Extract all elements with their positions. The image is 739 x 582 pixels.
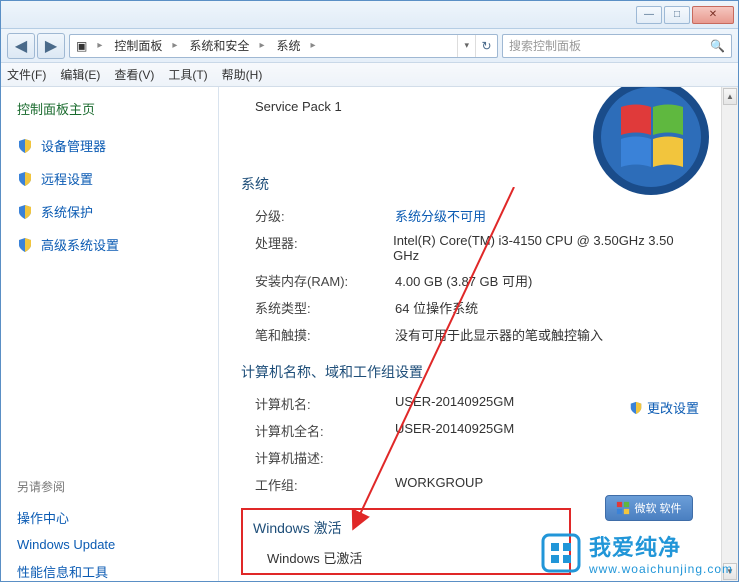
sidebar-link-action-center[interactable]: 操作中心	[11, 505, 208, 530]
prop-label: 计算机描述:	[255, 448, 395, 467]
prop-label: 工作组:	[255, 475, 395, 494]
breadcrumb-seg-system-security[interactable]: 系统和安全	[183, 37, 270, 54]
row-computer-name: 计算机名: USER-20140925GM	[241, 394, 629, 413]
prop-value: Intel(R) Core(TM) i3-4150 CPU @ 3.50GHz …	[393, 233, 699, 263]
prop-label: 处理器:	[255, 233, 393, 263]
prop-value: USER-20140925GM	[395, 421, 514, 440]
change-settings-link[interactable]: 更改设置	[629, 394, 699, 421]
nav-forward-button[interactable]: ▶	[37, 33, 65, 59]
shield-icon	[17, 171, 33, 187]
row-ram: 安装内存(RAM): 4.00 GB (3.87 GB 可用)	[241, 271, 699, 290]
row-pen-touch: 笔和触摸: 没有可用于此显示器的笔或触控输入	[241, 325, 699, 344]
close-button[interactable]: ✕	[692, 6, 734, 24]
shield-icon	[629, 401, 643, 415]
sidebar-item-advanced-settings[interactable]: 高级系统设置	[11, 231, 208, 258]
shield-icon	[17, 237, 33, 253]
menu-help[interactable]: 帮助(H)	[222, 66, 263, 83]
prop-label: 计算机全名:	[255, 421, 395, 440]
search-icon: 🔍	[710, 39, 725, 53]
prop-label: 笔和触摸:	[255, 325, 395, 344]
sidebar-link-windows-update[interactable]: Windows Update	[11, 534, 208, 555]
menu-file[interactable]: 文件(F)	[7, 66, 46, 83]
prop-label: 系统类型:	[255, 298, 395, 317]
watermark-logo-icon	[539, 531, 583, 575]
prop-label: 安装内存(RAM):	[255, 271, 395, 290]
maximize-button[interactable]: □	[664, 6, 690, 24]
activation-heading: Windows 激活	[253, 518, 559, 538]
watermark-url: www.woaichunjing.com	[589, 562, 733, 576]
sidebar-item-label: 系统保护	[41, 202, 93, 221]
search-placeholder: 搜索控制面板	[509, 37, 581, 54]
prop-label: 分级:	[255, 206, 395, 225]
shield-icon	[17, 204, 33, 220]
watermark-title: 我爱纯净	[589, 530, 733, 562]
prop-value: WORKGROUP	[395, 475, 483, 494]
menu-edit[interactable]: 编辑(E)	[60, 66, 100, 83]
row-workgroup: 工作组: WORKGROUP	[241, 475, 699, 494]
sidebar-item-label: 高级系统设置	[41, 235, 119, 254]
breadcrumb-dropdown-icon[interactable]: ▾	[457, 35, 475, 57]
sidebar-item-system-protection[interactable]: 系统保护	[11, 198, 208, 225]
windows-logo-icon	[581, 87, 721, 217]
menu-view[interactable]: 查看(V)	[114, 66, 154, 83]
menu-tools[interactable]: 工具(T)	[168, 66, 207, 83]
row-processor: 处理器: Intel(R) Core(TM) i3-4150 CPU @ 3.5…	[241, 233, 699, 263]
sidebar: 控制面板主页 设备管理器 远程设置 系统保护 高级系统设置 另请参阅 操作中心 …	[1, 87, 219, 581]
prop-value: 4.00 GB (3.87 GB 可用)	[395, 271, 532, 290]
sidebar-item-label: 远程设置	[41, 169, 93, 188]
activation-highlight-box: Windows 激活 Windows 已激活	[241, 508, 571, 575]
prop-value: 64 位操作系统	[395, 298, 478, 317]
refresh-button[interactable]: ↻	[475, 35, 497, 57]
minimize-button[interactable]: —	[636, 6, 662, 24]
prop-value: 没有可用于此显示器的笔或触控输入	[395, 325, 603, 344]
menu-bar: 文件(F) 编辑(E) 查看(V) 工具(T) 帮助(H)	[1, 63, 738, 87]
sidebar-seealso-heading: 另请参阅	[11, 478, 208, 495]
prop-label: 计算机名:	[255, 394, 395, 413]
shield-icon	[17, 138, 33, 154]
breadcrumb[interactable]: ▣ 控制面板 系统和安全 系统 ▾ ↻	[69, 34, 498, 58]
nav-back-button[interactable]: ◀	[7, 33, 35, 59]
address-bar: ◀ ▶ ▣ 控制面板 系统和安全 系统 ▾ ↻ 搜索控制面板 🔍	[1, 29, 738, 63]
scroll-track[interactable]	[722, 106, 738, 562]
vertical-scrollbar[interactable]: ▲ ▼	[721, 87, 738, 581]
microsoft-genuine-badge[interactable]: 微软 软件	[605, 495, 693, 521]
scroll-up-button[interactable]: ▲	[723, 88, 737, 105]
watermark: 我爱纯净 www.woaichunjing.com	[539, 530, 733, 576]
row-computer-desc: 计算机描述:	[241, 448, 699, 467]
windows-flag-icon	[616, 501, 630, 515]
sidebar-item-label: 设备管理器	[41, 136, 106, 155]
sidebar-item-device-manager[interactable]: 设备管理器	[11, 132, 208, 159]
search-input[interactable]: 搜索控制面板 🔍	[502, 34, 732, 58]
activation-status: Windows 已激活	[253, 548, 559, 567]
system-properties-window: — □ ✕ ◀ ▶ ▣ 控制面板 系统和安全 系统 ▾ ↻ 搜索控制面板 🔍 文…	[0, 0, 739, 582]
breadcrumb-seg-system[interactable]: 系统	[270, 37, 321, 54]
sidebar-heading[interactable]: 控制面板主页	[11, 99, 208, 118]
sidebar-link-performance[interactable]: 性能信息和工具	[11, 559, 208, 581]
row-computer-fullname: 计算机全名: USER-20140925GM	[241, 421, 699, 440]
computer-name-heading: 计算机名称、域和工作组设置	[241, 362, 699, 382]
breadcrumb-seg-control-panel[interactable]: 控制面板	[108, 37, 183, 54]
sidebar-item-remote-settings[interactable]: 远程设置	[11, 165, 208, 192]
rating-link[interactable]: 系统分级不可用	[395, 206, 486, 225]
breadcrumb-root-icon[interactable]: ▣	[70, 39, 108, 53]
row-system-type: 系统类型: 64 位操作系统	[241, 298, 699, 317]
titlebar: — □ ✕	[1, 1, 738, 29]
prop-value: USER-20140925GM	[395, 394, 514, 413]
content-area: Service Pack 1 系统 分级: 系统分级不可用 处理器: Intel…	[219, 87, 721, 581]
